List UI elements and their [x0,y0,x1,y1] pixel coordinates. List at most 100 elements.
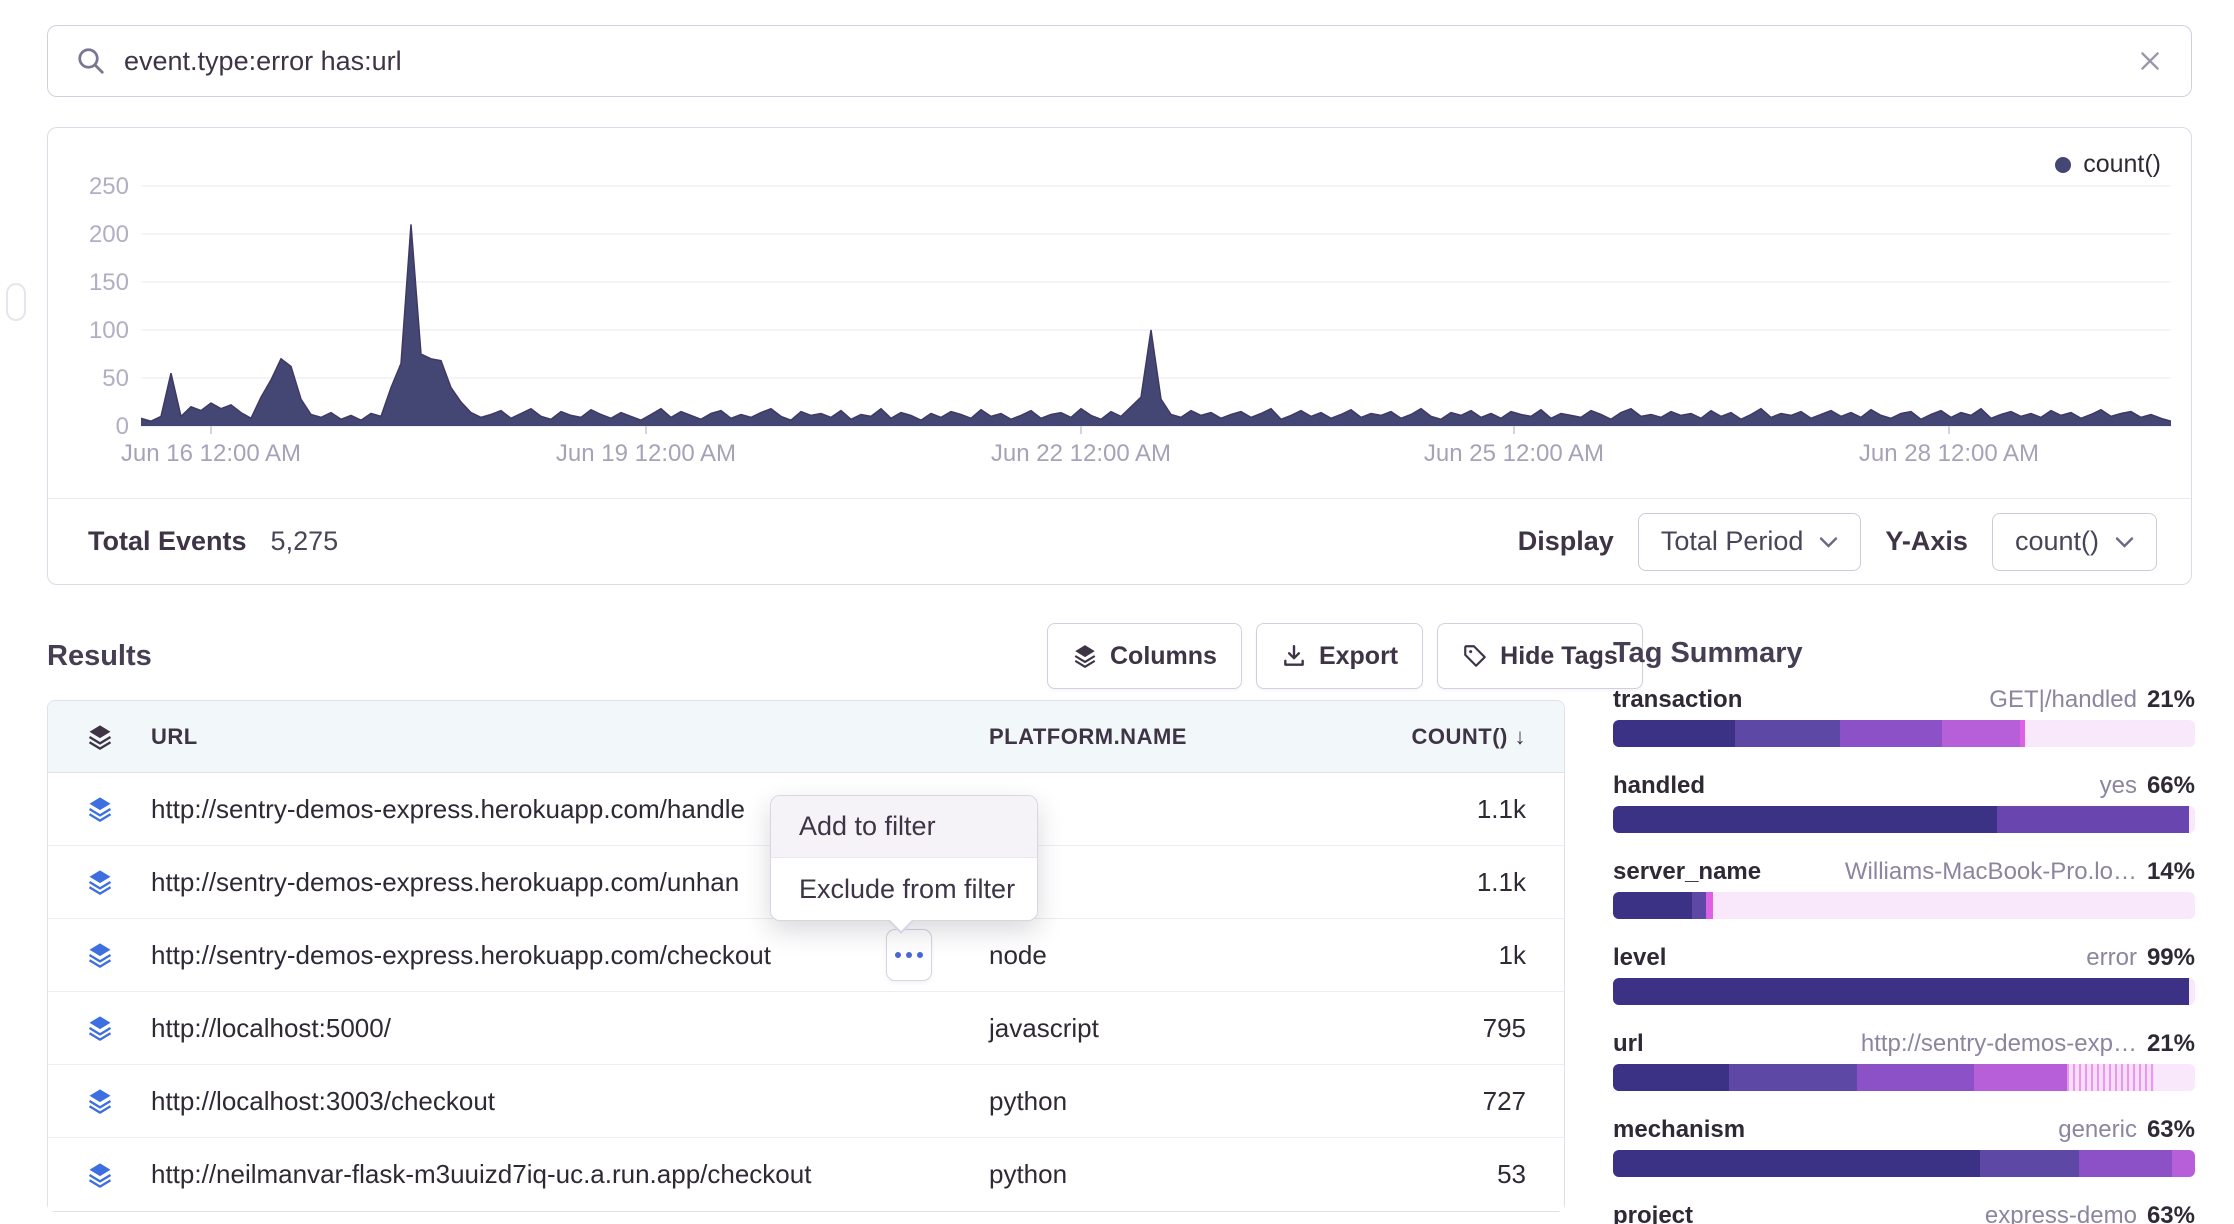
yaxis-label: Y-Axis [1885,526,1968,557]
export-button[interactable]: Export [1256,623,1423,689]
search-bar [47,25,2192,97]
tag-name: level [1613,944,1666,972]
hide-tags-button[interactable]: Hide Tags [1437,623,1643,689]
column-header-url[interactable]: URL [151,724,989,750]
tag-top-percent: 21% [2147,1030,2195,1058]
chart-footer: Total Events 5,275 Display Total Period … [48,498,2191,584]
legend-label: count() [2083,150,2161,179]
y-axis-tick-label: 50 [102,365,129,392]
tag-distribution-bar[interactable] [1613,978,2195,1005]
discover-page: 050100150200250Jun 16 12:00 AMJun 19 12:… [0,0,2234,1224]
sidebar-collapse-handle[interactable] [6,283,26,321]
button-label: Hide Tags [1500,642,1618,671]
column-header-count[interactable]: COUNT() ↓ [1319,724,1564,750]
tag-bar-segment[interactable] [2189,806,2195,833]
tag-bar-segment[interactable] [2154,1064,2195,1091]
stack-icon [1072,643,1098,669]
tag-bar-segment[interactable] [1613,892,1692,919]
tag-bar-segment[interactable] [2067,1064,2154,1091]
tag-bar-segment[interactable] [1613,1064,1729,1091]
url-cell[interactable]: http://neilmanvar-flask-m3uuizd7iq-uc.a.… [151,1159,989,1190]
count-cell: 727 [1319,1086,1564,1117]
stack-icon [48,1087,151,1115]
chevron-down-icon [2115,535,2134,549]
stack-icon [48,1161,151,1189]
tag-top-value: yes [2100,772,2137,800]
tag-bar-segment[interactable] [2172,1150,2195,1177]
stack-icon [86,1087,114,1115]
tag-bar-segment[interactable] [2079,1150,2172,1177]
y-axis-tick-label: 250 [89,173,129,200]
tag-bar-segment[interactable] [1729,1064,1857,1091]
tag-summary-row-project: projectexpress-demo63% [1613,1202,2195,1224]
tag-summary-title: Tag Summary [1613,638,2195,668]
platform-cell: javascript [989,1013,1319,1044]
stack-icon [48,723,151,751]
clear-search-icon[interactable] [2137,48,2163,74]
tag-bar-segment[interactable] [1613,1150,1980,1177]
context-menu-item-exclude-from-filter[interactable]: Exclude from filter [771,858,1037,920]
tag-bar-segment[interactable] [1840,720,1942,747]
tag-top-value: error [2086,944,2137,972]
tag-bar-segment[interactable] [1997,806,2189,833]
stack-icon [48,1014,151,1042]
tag-summary-row-transaction: transactionGET|/handled21% [1613,686,2195,747]
tag-distribution-bar[interactable] [1613,806,2195,833]
tag-bar-segment[interactable] [1942,720,2021,747]
tag-bar-segment[interactable] [2025,720,2195,747]
tag-summary-row-level: level error 99% [1613,944,2195,1005]
tag-bar-segment[interactable] [1692,892,1707,919]
stack-icon [86,868,114,896]
stack-icon [48,795,151,823]
url-cell[interactable]: http://localhost:5000/ [151,1013,989,1044]
events-chart-panel: 050100150200250Jun 16 12:00 AMJun 19 12:… [47,127,2192,585]
tag-top-value: generic [2058,1116,2137,1144]
search-input[interactable] [124,46,2137,77]
chart-legend[interactable]: count() [2055,150,2161,179]
tag-top-percent: 14% [2147,858,2195,886]
count-header-label: COUNT() [1412,724,1508,749]
columns-button[interactable]: Columns [1047,623,1242,689]
tag-distribution-bar[interactable] [1613,720,2195,747]
yaxis-dropdown-value: count() [2015,526,2099,557]
tag-top-value: http://sentry-demos-exp… [1861,1030,2137,1058]
stack-icon [86,795,114,823]
display-dropdown[interactable]: Total Period [1638,513,1862,571]
tag-top-percent: 21% [2147,686,2195,714]
tag-bar-segment[interactable] [1735,720,1840,747]
tag-bar-segment[interactable] [1706,892,1713,919]
y-axis-tick-label: 100 [89,317,129,344]
tag-bar-segment[interactable] [1857,1064,1973,1091]
context-menu-item-add-to-filter[interactable]: Add to filter [771,796,1037,858]
table-header: URL PLATFORM.NAME COUNT() ↓ [48,701,1564,773]
tag-name: handled [1613,772,1705,800]
tag-bar-segment[interactable] [1713,892,2195,919]
tag-distribution-bar[interactable] [1613,1150,2195,1177]
count-area-series[interactable] [141,224,2171,426]
tag-icon [1462,643,1488,669]
url-cell[interactable]: http://localhost:3003/checkout [151,1086,989,1117]
tag-name: server_name [1613,858,1761,886]
events-area-chart[interactable]: 050100150200250Jun 16 12:00 AMJun 19 12:… [48,128,2190,498]
tag-bar-segment[interactable] [1613,806,1997,833]
tag-summary-row-mechanism: mechanismgeneric63% [1613,1116,2195,1177]
count-cell: 1.1k [1319,794,1564,825]
url-cell[interactable]: http://sentry-demos-express.herokuapp.co… [151,940,989,971]
tag-top-percent: 99% [2147,944,2195,972]
tag-bar-segment[interactable] [2189,978,2195,1005]
tag-distribution-bar[interactable] [1613,1064,2195,1091]
chevron-down-icon [1819,535,1838,549]
tag-bar-segment[interactable] [1974,1064,2067,1091]
tag-bar-segment[interactable] [1613,720,1735,747]
row-actions-button[interactable] [886,929,932,981]
tag-bar-segment[interactable] [1613,978,2189,1005]
yaxis-dropdown[interactable]: count() [1992,513,2157,571]
stack-icon [86,1014,114,1042]
tag-distribution-bar[interactable] [1613,892,2195,919]
tag-top-value: express-demo [1985,1202,2137,1224]
tag-bar-segment[interactable] [1980,1150,2079,1177]
tag-summary-row-handled: handledyes66% [1613,772,2195,833]
tag-top-value: Williams-MacBook-Pro.lo… [1845,858,2137,886]
column-header-platform[interactable]: PLATFORM.NAME [989,724,1319,750]
x-axis-tick-label: Jun 19 12:00 AM [556,440,736,467]
